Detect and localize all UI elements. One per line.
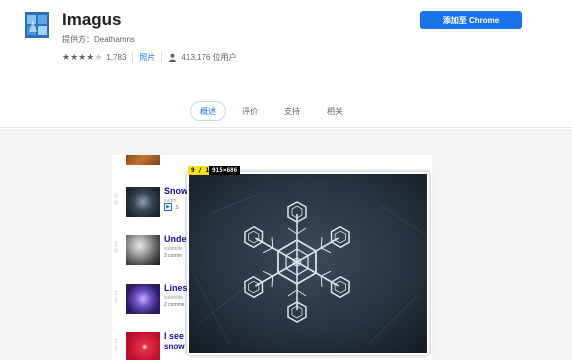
divider [161, 52, 163, 62]
post-title[interactable]: Lines [164, 283, 188, 293]
comment-count[interactable]: 9 comm [164, 253, 182, 259]
thumbnail-image[interactable] [126, 235, 160, 265]
vote-score: 20 [114, 242, 118, 255]
extension-header: Imagus 提供方：Deathamns ★ ★ ★ ★ ★ 1,783 照片 … [0, 0, 572, 84]
post-meta: submitte [164, 246, 183, 252]
add-to-chrome-button[interactable]: 添加至 Chrome [420, 11, 522, 29]
thumbnail-image[interactable] [126, 332, 160, 360]
thumbnail-image [126, 155, 160, 165]
app-title: Imagus [62, 10, 122, 29]
image-size-badge: 915×686 [209, 166, 241, 175]
post-title[interactable]: I see [164, 331, 184, 341]
play-icon[interactable]: ▶ [164, 203, 172, 211]
half-star-icon: ★ [94, 51, 103, 62]
image-preview-popup [187, 172, 429, 355]
category-link[interactable]: 照片 [139, 52, 155, 63]
tab-related[interactable]: 相关 [320, 101, 350, 121]
post-title[interactable]: Snow [164, 186, 188, 196]
vote-score: 00 [114, 194, 118, 207]
thumbnail-image[interactable] [126, 284, 160, 314]
tab-overview[interactable]: 概述 [190, 101, 226, 121]
imagus-logo-icon [25, 12, 49, 38]
star-icon: ★ [78, 51, 87, 62]
divider [132, 52, 134, 62]
rating-count[interactable]: 1,783 [106, 53, 126, 62]
users-icon [169, 53, 177, 62]
user-count: 413,176 位用户 [181, 52, 237, 62]
post-meta: submitte [164, 295, 183, 301]
tab-support[interactable]: 支持 [277, 101, 307, 121]
tab-bar: 概述 评价 支持 相关 [0, 84, 572, 128]
snowflake-image [189, 174, 427, 353]
star-icon: ★ [70, 51, 79, 62]
star-icon: ★ [62, 51, 71, 62]
comment-count[interactable]: 2 comme [164, 302, 185, 308]
thumbnail-image[interactable] [126, 187, 160, 217]
vote-score: 12 [114, 291, 118, 304]
provider-text: 提供方：Deathamns [62, 35, 135, 44]
meta-row: ★ ★ ★ ★ ★ 1,783 照片 413,176 位用户 [62, 51, 237, 63]
tab-reviews[interactable]: 评价 [235, 101, 265, 121]
rating-stars[interactable]: ★ ★ ★ ★ ★ [62, 52, 102, 63]
star-icon: ★ [86, 51, 95, 62]
vote-score: 11 [114, 339, 118, 352]
post-title-continued[interactable]: snow [164, 342, 184, 351]
post-title[interactable]: Unde [164, 234, 187, 244]
comment-count[interactable]: 5 [176, 205, 179, 211]
